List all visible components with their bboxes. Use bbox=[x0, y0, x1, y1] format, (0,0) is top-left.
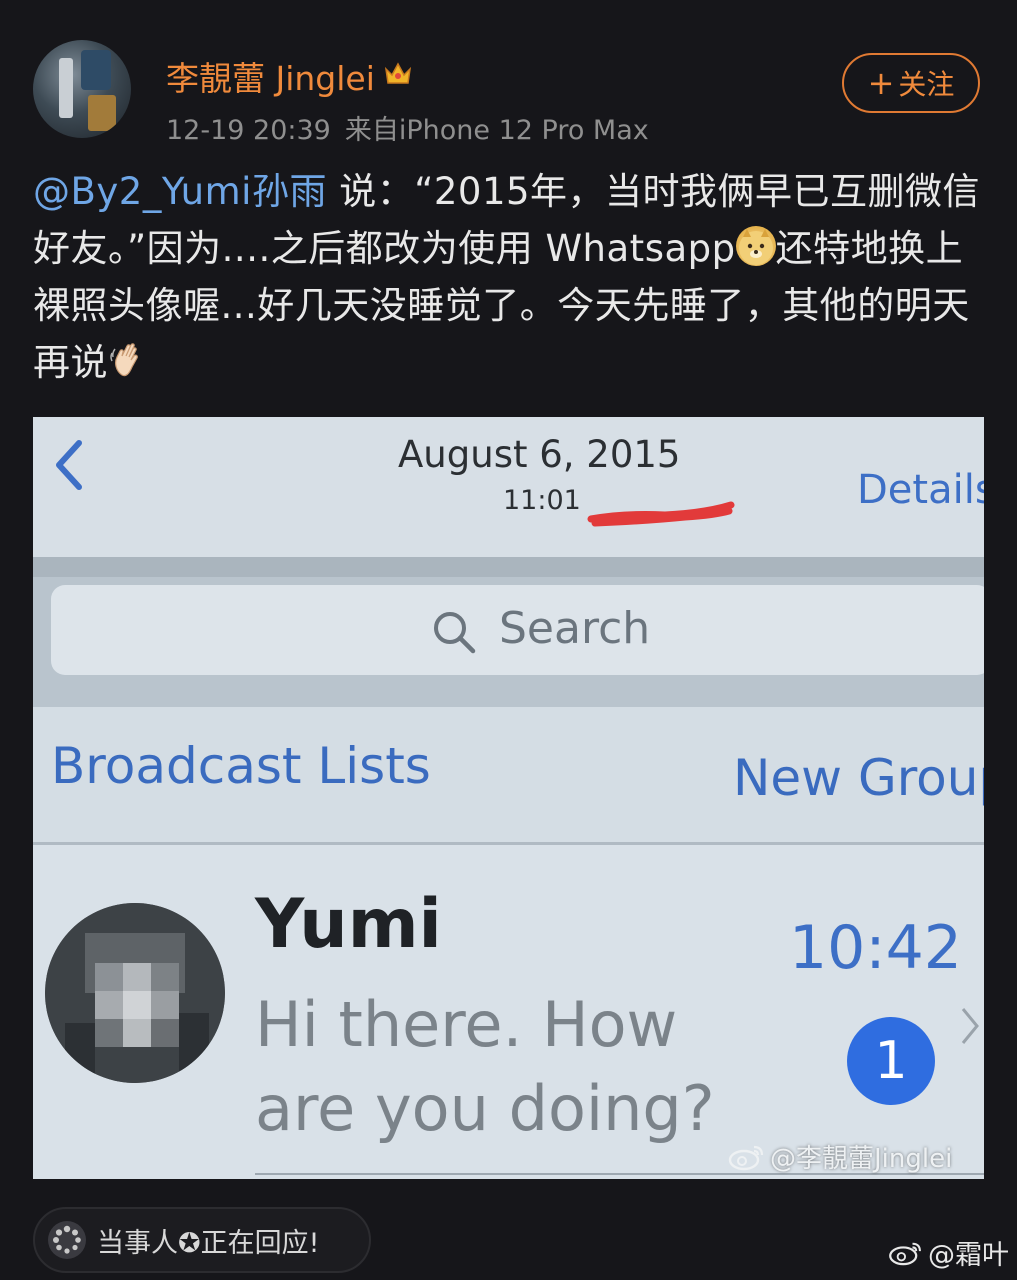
details-link[interactable]: Details bbox=[857, 467, 984, 513]
post-header: 李靚蕾 Jinglei 12-19 20:39 来自iPhone 12 Pro M… bbox=[0, 0, 1017, 150]
search-area: Search bbox=[33, 577, 984, 707]
post-meta: 12-19 20:39 来自iPhone 12 Pro Max bbox=[166, 108, 649, 147]
red-scribble-mark bbox=[587, 501, 735, 527]
post-source: 来自iPhone 12 Pro Max bbox=[344, 115, 649, 146]
attached-photo[interactable]: August 6, 2015 11:01 Details Search Broa… bbox=[33, 417, 984, 1179]
post-body: @By2_Yumi孙雨 说：“2015年，当时我俩早已互删微信好友。”因为...… bbox=[33, 163, 983, 391]
author-avatar[interactable] bbox=[33, 40, 131, 138]
screenshot-date: August 6, 2015 bbox=[398, 433, 681, 476]
author-name[interactable]: 李靚蕾 Jinglei bbox=[166, 52, 413, 100]
credit-text: @霜叶 bbox=[928, 1240, 1009, 1271]
search-placeholder: Search bbox=[499, 603, 651, 654]
post-date: 12-19 20:39 bbox=[166, 115, 331, 146]
loading-spinner-icon bbox=[48, 1221, 86, 1259]
watermark-text: @李靚蕾Jinglei bbox=[770, 1144, 953, 1174]
status-text: 当事人✪正在回应! bbox=[97, 1227, 320, 1259]
search-input[interactable]: Search bbox=[51, 585, 984, 675]
status-pill[interactable]: 当事人✪正在回应! bbox=[33, 1207, 371, 1273]
weibo-watermark: @李靚蕾Jinglei bbox=[728, 1138, 952, 1175]
unread-badge: 1 bbox=[847, 1017, 935, 1105]
chat-time: 10:42 bbox=[789, 913, 962, 983]
chat-list-item[interactable]: Yumi 10:42 Hi there. How are you doing? … bbox=[33, 845, 984, 1179]
search-icon bbox=[434, 612, 476, 654]
weibo-logo-icon bbox=[889, 1242, 921, 1265]
back-chevron-icon bbox=[56, 440, 82, 490]
author-name-text[interactable]: 李靚蕾 Jinglei bbox=[166, 52, 375, 100]
weibo-credit: @霜叶 bbox=[888, 1233, 1009, 1272]
plus-icon: + bbox=[867, 64, 895, 102]
new-group-link[interactable]: New Group bbox=[733, 749, 984, 807]
chat-preview: Hi there. How are you doing? bbox=[255, 988, 715, 1145]
crown-badge-icon bbox=[383, 59, 413, 94]
chevron-right-icon bbox=[961, 1008, 979, 1044]
weibo-logo-icon bbox=[728, 1145, 764, 1170]
navbar-separator bbox=[33, 557, 984, 577]
waving-hand-icon bbox=[108, 341, 148, 381]
chat-name: Yumi bbox=[255, 885, 442, 964]
follow-label: 关注 bbox=[898, 68, 955, 101]
follow-button[interactable]: + 关注 bbox=[842, 53, 980, 113]
whatsapp-navbar: August 6, 2015 11:01 Details bbox=[33, 417, 984, 557]
screenshot-time: 11:01 bbox=[503, 485, 581, 516]
broadcast-lists-link[interactable]: Broadcast Lists bbox=[51, 737, 431, 795]
mention-link[interactable]: @By2_Yumi孙雨 bbox=[33, 170, 327, 213]
chat-avatar-pixelated bbox=[45, 903, 225, 1083]
lists-row: Broadcast Lists New Group bbox=[33, 707, 984, 842]
doge-emoji-icon bbox=[735, 226, 776, 266]
